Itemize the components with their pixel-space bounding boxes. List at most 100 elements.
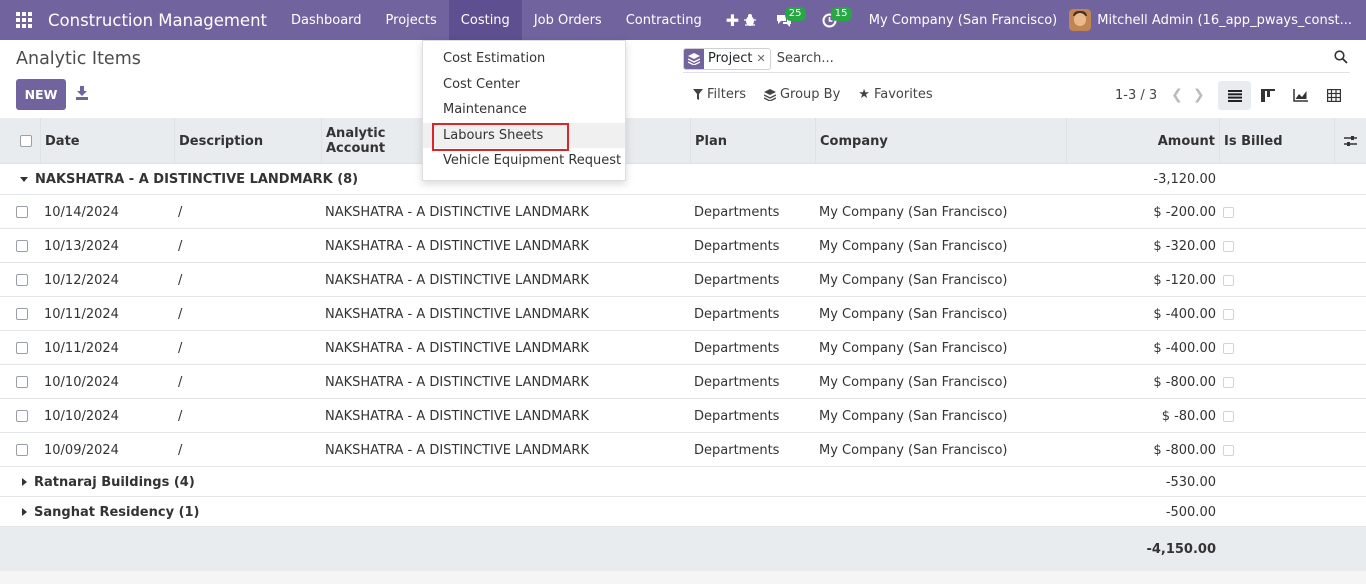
is-billed-checkbox-cell [1223,331,1234,365]
select-all-checkbox[interactable] [20,135,32,147]
menu-projects[interactable]: Projects [374,0,449,40]
cell-plan: Departments [694,408,780,424]
dropdown-item-maintenance[interactable]: Maintenance [423,97,625,123]
row-checkbox[interactable] [16,410,28,422]
list-view-icon[interactable] [1218,81,1251,110]
is-billed-checkbox[interactable] [1223,308,1234,320]
cell-account: NAKSHATRA - A DISTINCTIVE LANDMARK [325,340,589,356]
pivot-view-icon[interactable] [1317,81,1350,110]
row-checkbox[interactable] [16,342,28,354]
table-row[interactable]: 10/11/2024 / NAKSHATRA - A DISTINCTIVE L… [0,331,1366,365]
group-label-cell: NAKSHATRA - A DISTINCTIVE LANDMARK (8) [20,164,358,195]
table-row[interactable]: 10/10/2024 / NAKSHATRA - A DISTINCTIVE L… [0,365,1366,399]
is-billed-checkbox[interactable] [1223,444,1234,456]
menu-contracting[interactable]: Contracting [614,0,714,40]
dropdown-item-cost-center[interactable]: Cost Center [423,72,625,98]
row-checkbox[interactable] [16,240,28,252]
group-label: Sanghat Residency (1) [34,504,200,520]
messages-icon[interactable]: 25 [769,0,806,40]
menu-costing[interactable]: Costing [448,0,522,40]
menu-job-orders[interactable]: Job Orders [522,0,614,40]
row-checkbox[interactable] [16,444,28,456]
cell-company: My Company (San Francisco) [819,442,1008,458]
table-row[interactable]: 10/11/2024 / NAKSHATRA - A DISTINCTIVE L… [0,297,1366,331]
app-brand[interactable]: Construction Management [48,11,279,30]
row-checkbox[interactable] [16,274,28,286]
cell-plan: Departments [694,306,780,322]
row-checkbox[interactable] [16,376,28,388]
dropdown-item-labours-sheets[interactable]: Labours Sheets [423,122,625,151]
filters-button[interactable]: Filters [693,87,746,102]
group-row[interactable]: NAKSHATRA - A DISTINCTIVE LANDMARK (8) -… [0,164,1366,195]
close-icon[interactable]: ✕ [756,52,769,65]
group-row[interactable]: Sanghat Residency (1) -500.00 [0,497,1366,527]
menu-dashboard[interactable]: Dashboard [279,0,374,40]
activities-icon[interactable]: 15 [815,0,852,40]
is-billed-checkbox-cell [1223,229,1234,263]
group-label: NAKSHATRA - A DISTINCTIVE LANDMARK (8) [35,172,359,187]
cell-date: 10/12/2024 [44,272,119,288]
download-icon[interactable] [76,86,88,100]
col-amount[interactable]: Amount [1066,118,1219,164]
table-row[interactable]: 10/10/2024 / NAKSHATRA - A DISTINCTIVE L… [0,399,1366,433]
table-header: Date Description Analytic Account Plan C… [0,118,1366,164]
col-description[interactable]: Description [174,118,322,164]
optional-columns-icon[interactable] [1334,118,1366,164]
is-billed-checkbox[interactable] [1223,376,1234,388]
is-billed-checkbox[interactable] [1223,240,1234,252]
col-plan[interactable]: Plan [690,118,815,164]
table-row[interactable]: 10/12/2024 / NAKSHATRA - A DISTINCTIVE L… [0,263,1366,297]
groupby-button[interactable]: Group By [763,87,840,102]
table-row[interactable]: 10/09/2024 / NAKSHATRA - A DISTINCTIVE L… [0,433,1366,467]
dropdown-item-cost-estimation[interactable]: Cost Estimation [423,46,625,72]
new-button[interactable]: NEW [16,79,66,110]
apps-menu-icon[interactable] [0,0,48,40]
search-input[interactable] [776,51,1277,66]
filter-icon [693,89,703,100]
pager-value[interactable]: 1-3 / 3 [1115,88,1157,103]
pager: 1-3 / 3 ❮ ❯ [1115,87,1205,103]
row-checkbox-cell [16,365,28,399]
search-facet[interactable]: Project ✕ [683,47,771,70]
cell-amount: $ -200.00 [1153,204,1216,220]
col-is-billed[interactable]: Is Billed [1219,118,1334,164]
is-billed-checkbox[interactable] [1223,410,1234,422]
cell-description: / [178,204,183,220]
group-total: -500.00 [1165,504,1216,520]
bug-icon[interactable] [735,0,765,40]
avatar[interactable] [1069,9,1092,31]
row-checkbox-cell [16,399,28,433]
is-billed-checkbox-cell [1223,399,1234,433]
is-billed-checkbox[interactable] [1223,342,1234,354]
col-company[interactable]: Company [815,118,1067,164]
graph-view-icon[interactable] [1284,81,1317,110]
row-checkbox[interactable] [16,308,28,320]
cell-description: / [178,306,183,322]
favorites-button[interactable]: ★ Favorites [858,87,932,102]
row-checkbox[interactable] [16,206,28,218]
analytic-items-table: Date Description Analytic Account Plan C… [0,118,1366,571]
cell-amount: $ -800.00 [1153,442,1216,458]
chevron-right-icon[interactable]: ❯ [1193,87,1205,103]
cell-description: / [178,442,183,458]
cell-date: 10/14/2024 [44,204,119,220]
col-date[interactable]: Date [40,118,175,164]
search-icon[interactable] [1334,50,1348,64]
user-menu[interactable]: Mitchell Admin (16_app_pways_const... [1097,13,1366,28]
table-row[interactable]: 10/13/2024 / NAKSHATRA - A DISTINCTIVE L… [0,229,1366,263]
cell-plan: Departments [694,442,780,458]
table-row[interactable]: 10/14/2024 / NAKSHATRA - A DISTINCTIVE L… [0,195,1366,229]
cell-amount: $ -320.00 [1153,238,1216,254]
dropdown-item-vehicle-equipment-request[interactable]: Vehicle Equipment Request [423,148,625,174]
highlight-box [432,122,569,151]
chevron-left-icon[interactable]: ❮ [1171,87,1183,103]
cell-company: My Company (San Francisco) [819,238,1008,254]
group-row[interactable]: Ratnaraj Buildings (4) -530.00 [0,467,1366,497]
company-switcher[interactable]: My Company (San Francisco) [847,13,1069,28]
is-billed-checkbox[interactable] [1223,206,1234,218]
cell-company: My Company (San Francisco) [819,374,1008,390]
col-analytic-account[interactable]: Analytic Account [321,118,433,164]
kanban-view-icon[interactable] [1251,81,1284,110]
is-billed-checkbox[interactable] [1223,274,1234,286]
view-switcher [1218,81,1350,110]
